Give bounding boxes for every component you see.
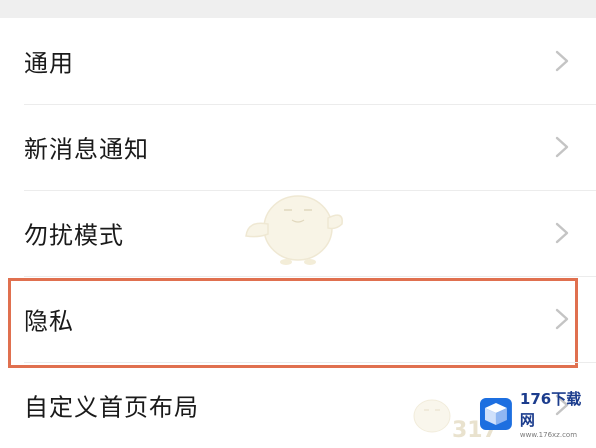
settings-item-label: 自定义首页布局 — [24, 393, 199, 422]
settings-item-label: 勿扰模式 — [24, 221, 124, 250]
settings-item-label: 隐私 — [24, 307, 74, 336]
logo-title: 176下载网 — [519, 390, 582, 429]
settings-item-privacy[interactable]: 隐私 — [0, 276, 596, 368]
settings-item-label: 新消息通知 — [24, 135, 149, 164]
settings-item-new-message-notifications[interactable]: 新消息通知 — [0, 104, 596, 190]
chevron-right-icon — [555, 222, 569, 244]
mascot-watermark-icon — [245, 195, 343, 265]
cube-logo-icon — [479, 397, 512, 430]
settings-item-label: 通用 — [24, 49, 74, 78]
logo-url: www.176xz.com — [519, 431, 578, 439]
settings-item-general[interactable]: 通用 — [0, 18, 596, 104]
chevron-right-icon — [555, 136, 569, 158]
top-spacer — [0, 0, 596, 18]
chevron-right-icon — [555, 50, 569, 72]
mascot-watermark-icon — [413, 399, 451, 433]
site-logo: 176下载网 www.176xz.com — [478, 388, 596, 439]
chevron-right-icon — [555, 308, 569, 330]
